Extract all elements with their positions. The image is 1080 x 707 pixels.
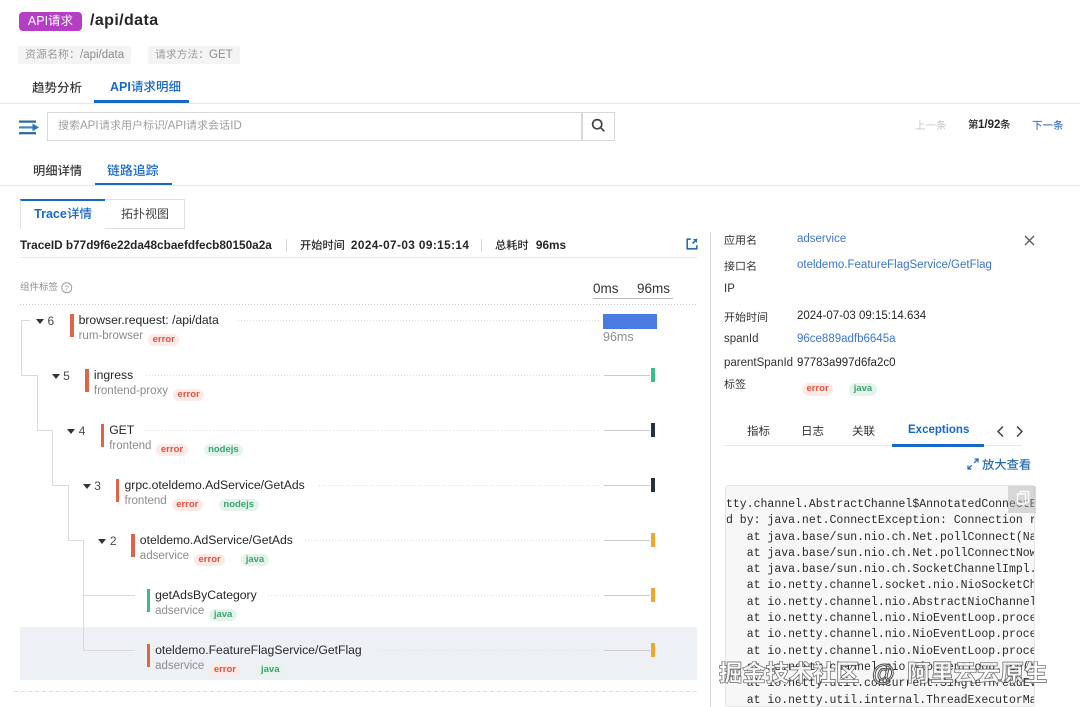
svg-text:?: ? <box>65 283 69 292</box>
